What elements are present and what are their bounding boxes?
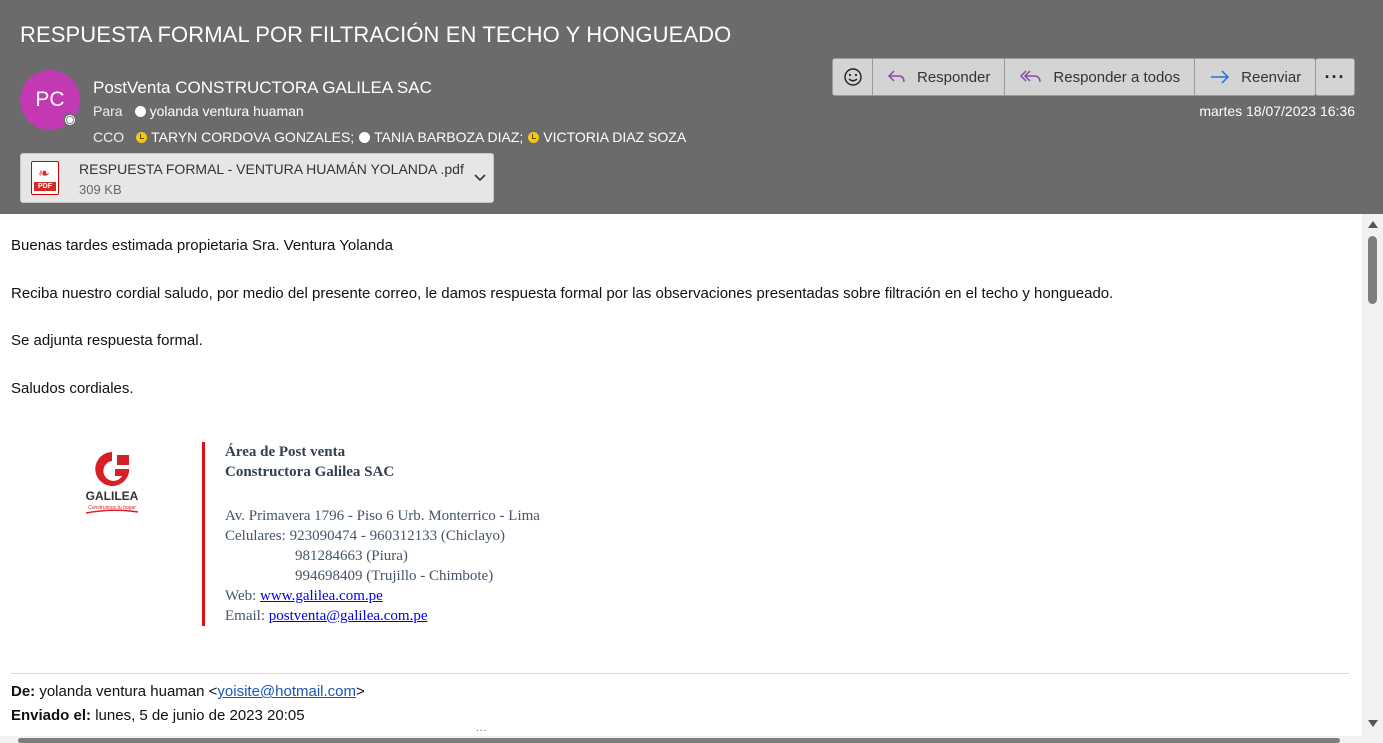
paragraph: Reciba nuestro cordial saludo, por medio… — [11, 285, 1114, 302]
attachment-size: 309 KB — [79, 182, 122, 197]
cco-line: CCO TARYN CORDOVA GONZALES; TANIA BARBOZ… — [93, 129, 686, 145]
vertical-scrollbar[interactable] — [1362, 214, 1383, 743]
to-line: Para yolanda ventura huaman — [93, 103, 304, 119]
chevron-down-icon[interactable] — [473, 170, 487, 184]
quote-divider — [11, 673, 1349, 674]
recipient-to[interactable]: yolanda ventura huaman — [150, 103, 304, 119]
show-more-ellipsis[interactable]: ... — [476, 723, 487, 734]
recipient-cco[interactable]: TARYN CORDOVA GONZALES; — [151, 129, 354, 145]
away-status-icon — [136, 131, 148, 143]
avatar-initials: PC — [35, 88, 65, 111]
more-icon: ··· — [1324, 66, 1346, 87]
presence-icon — [134, 105, 146, 117]
cco-label: CCO — [93, 129, 125, 145]
sent-date: martes 18/07/2023 16:36 — [1199, 103, 1355, 119]
signature-company: Constructora Galilea SAC — [225, 464, 395, 480]
recipient-cco[interactable]: VICTORIA DIAZ SOZA — [543, 129, 686, 145]
sender-name[interactable]: PostVenta CONSTRUCTORA GALILEA SAC — [93, 78, 432, 98]
presence-status-icon — [63, 113, 77, 127]
reply-label: Responder — [917, 68, 991, 86]
attachment-card[interactable]: ❧ PDF RESPUESTA FORMAL - VENTURA HUAMÁN … — [20, 153, 494, 203]
quoted-from: De: yolanda ventura huaman <yoisite@hotm… — [11, 683, 365, 700]
email-subject: RESPUESTA FORMAL POR FILTRACIÓN EN TECHO… — [20, 22, 732, 47]
message-toolbar: Responder Responder a todos Reenviar — [832, 58, 1317, 96]
message-body: Buenas tardes estimada propietaria Sra. … — [0, 214, 1362, 743]
web-link[interactable]: www.galilea.com.pe — [260, 588, 383, 604]
reply-button[interactable]: Responder — [873, 58, 1006, 96]
reply-all-icon — [1020, 70, 1042, 83]
reply-all-button[interactable]: Responder a todos — [1005, 58, 1196, 96]
scroll-down-icon[interactable] — [1368, 720, 1378, 727]
signature-divider — [202, 442, 205, 626]
to-label: Para — [93, 103, 123, 119]
forward-button[interactable]: Reenviar — [1195, 58, 1317, 96]
signature-phone: 994698409 (Trujillo - Chimbote) — [295, 568, 494, 584]
closing: Saludos cordiales. — [11, 380, 134, 397]
signature-phones: Celulares: 923090474 - 960312133 (Chicla… — [225, 528, 505, 544]
scrollbar-thumb[interactable] — [1368, 236, 1377, 304]
email-header: RESPUESTA FORMAL POR FILTRACIÓN EN TECHO… — [0, 0, 1383, 214]
more-options-button[interactable]: ··· — [1315, 58, 1355, 96]
pdf-icon: ❧ PDF — [31, 161, 59, 195]
scrollbar-thumb[interactable] — [18, 738, 1340, 743]
reply-all-label: Responder a todos — [1053, 68, 1181, 86]
svg-text:GALILEA: GALILEA — [86, 489, 139, 503]
signature-web: Web: www.galilea.com.pe — [225, 588, 383, 604]
signature-phone: 981284663 (Piura) — [295, 548, 408, 564]
presence-icon — [359, 131, 371, 143]
recipient-cco[interactable]: TANIA BARBOZA DIAZ; — [374, 129, 523, 145]
email-link[interactable]: postventa@galilea.com.pe — [269, 608, 428, 624]
horizontal-scrollbar[interactable] — [0, 736, 1362, 743]
attachment-name: RESPUESTA FORMAL - VENTURA HUAMÁN YOLAND… — [79, 161, 464, 177]
signature-address: Av. Primavera 1796 - Piso 6 Urb. Monterr… — [225, 508, 540, 524]
emoji-reaction-button[interactable] — [832, 58, 873, 96]
forward-label: Reenviar — [1241, 68, 1302, 86]
signature-department: Área de Post venta — [225, 444, 346, 460]
from-email-link[interactable]: yoisite@hotmail.com — [217, 683, 356, 700]
galilea-logo: GALILEA Construimos tu hogar — [86, 452, 139, 514]
away-status-icon — [528, 131, 540, 143]
smiley-icon — [843, 68, 862, 86]
scroll-up-icon[interactable] — [1368, 221, 1378, 228]
paragraph: Se adjunta respuesta formal. — [11, 332, 203, 349]
reply-icon — [887, 70, 905, 83]
signature-email: Email: postventa@galilea.com.pe — [225, 608, 428, 624]
forward-icon — [1211, 70, 1230, 84]
quoted-sent: Enviado el: lunes, 5 de junio de 2023 20… — [11, 707, 305, 724]
greeting: Buenas tardes estimada propietaria Sra. … — [11, 237, 393, 254]
